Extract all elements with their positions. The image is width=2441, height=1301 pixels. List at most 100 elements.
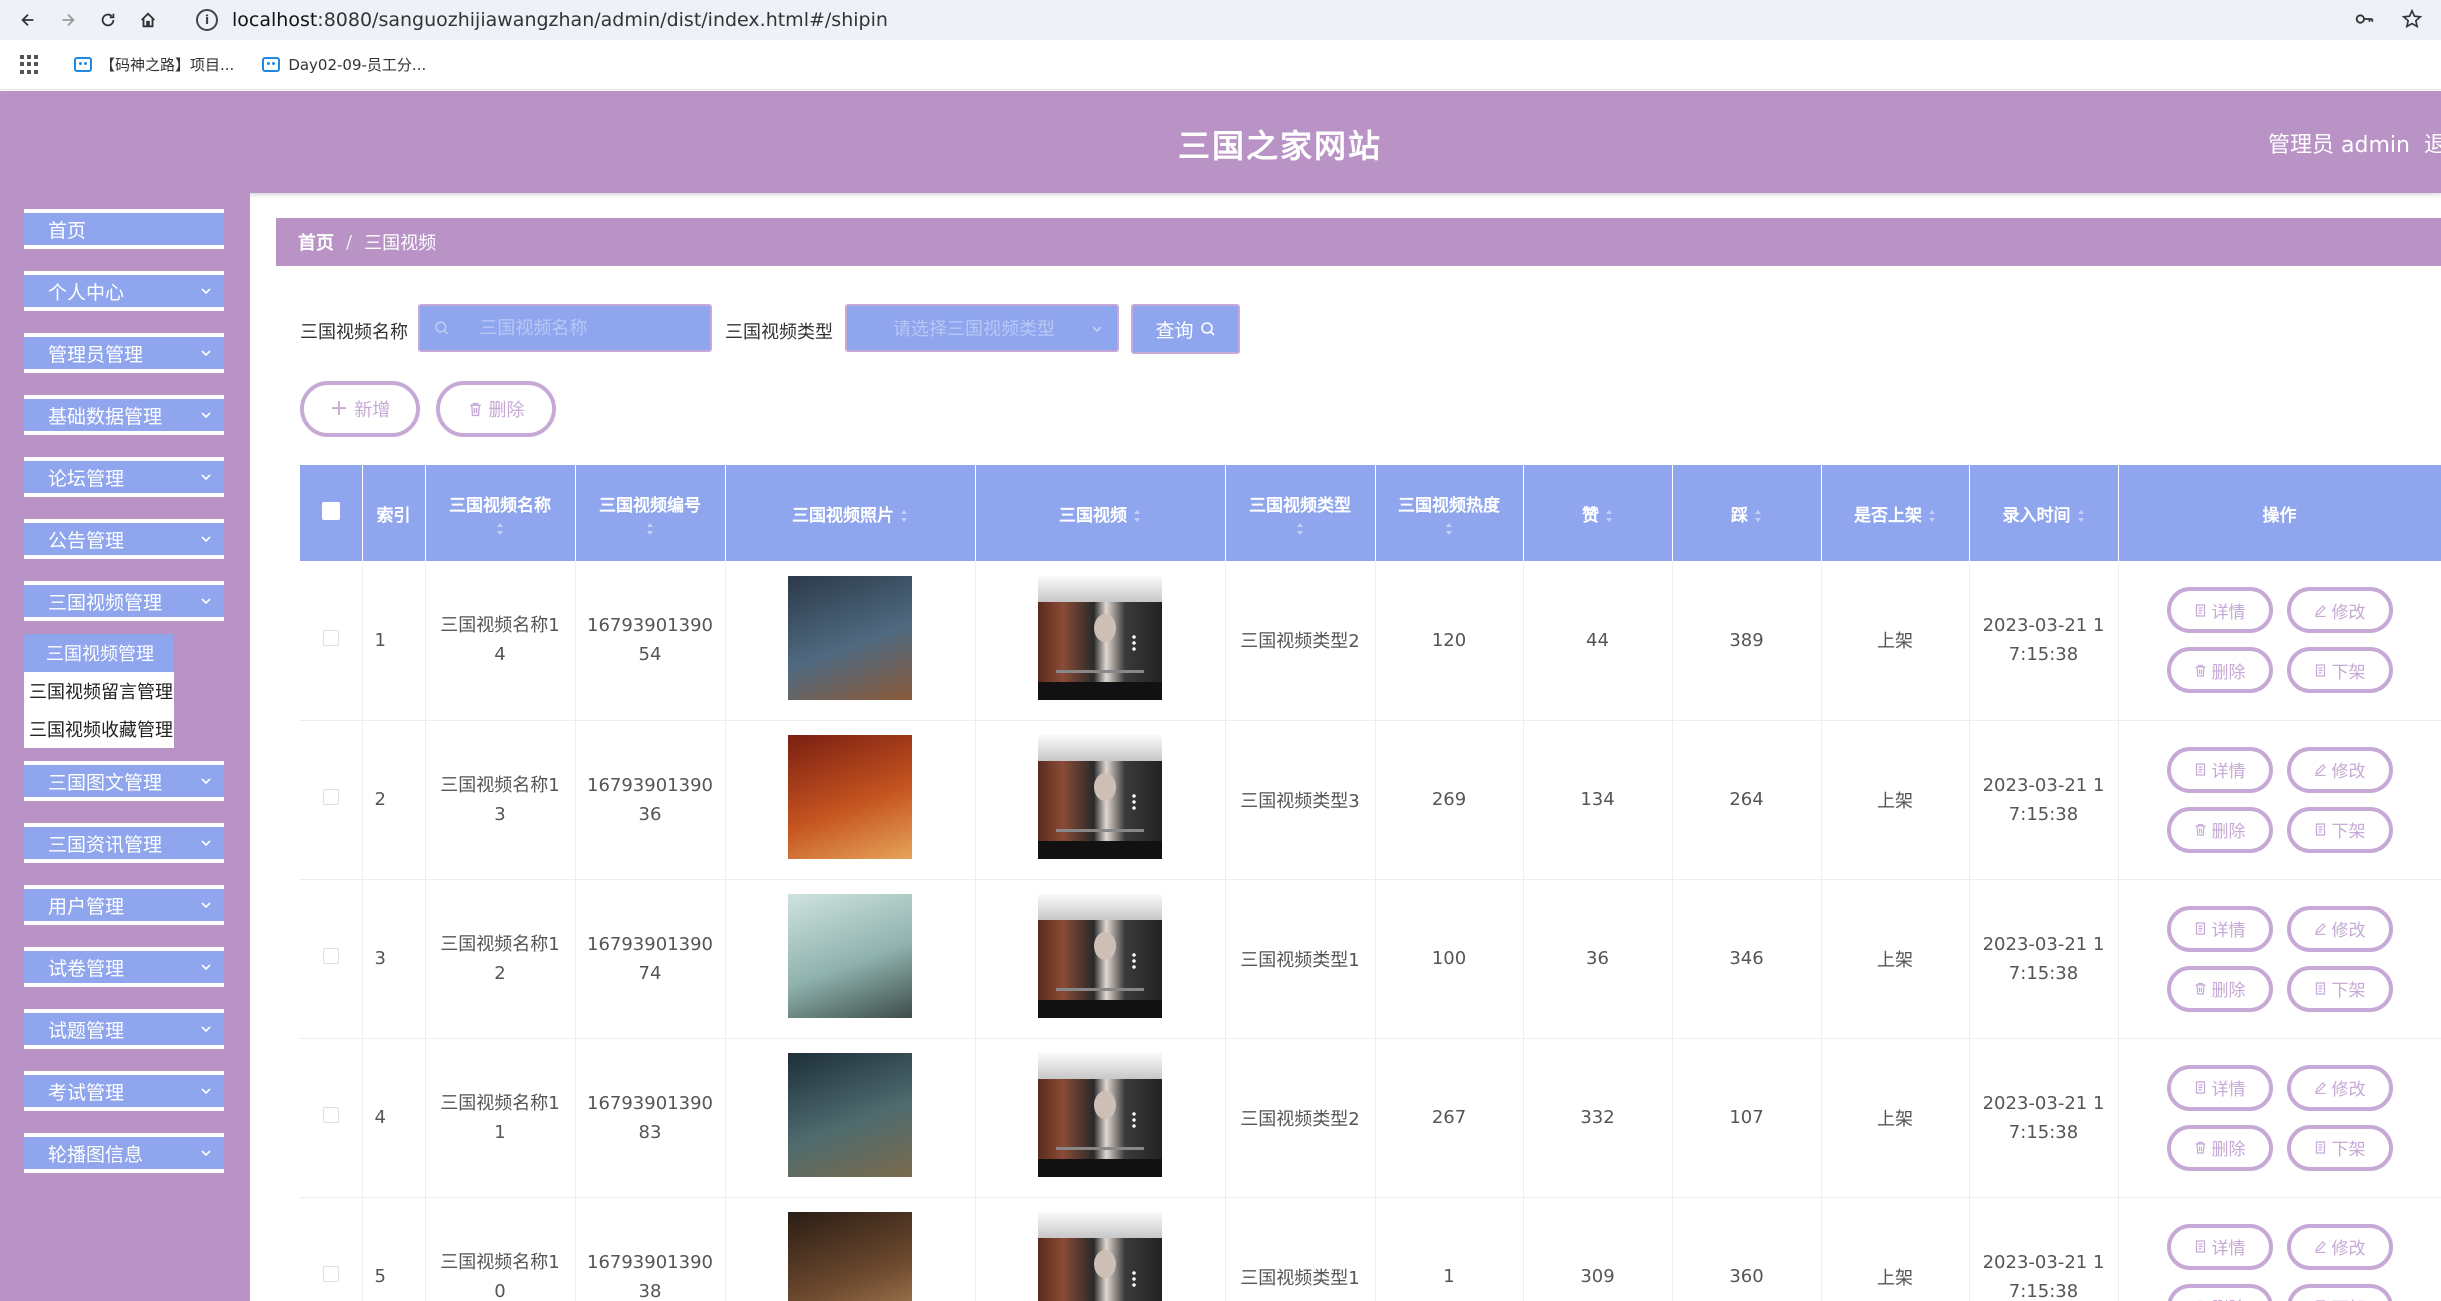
bookmark-star-icon[interactable] <box>2401 8 2423 30</box>
sidebar-item-carousel[interactable]: 轮播图信息 <box>24 1133 224 1173</box>
row-checkbox[interactable] <box>322 948 339 964</box>
more-options-icon[interactable] <box>1132 1270 1136 1288</box>
sort-icon[interactable] <box>1296 522 1304 536</box>
more-options-icon[interactable] <box>1132 1111 1136 1129</box>
password-key-icon[interactable] <box>2353 8 2375 30</box>
col-name[interactable]: 三国视频名称 <box>425 465 576 561</box>
sidebar-item-questions[interactable]: 试题管理 <box>24 1009 224 1049</box>
col-dislikes[interactable]: 踩 <box>1672 465 1822 561</box>
sidebar-item-videos[interactable]: 三国视频管理 <box>24 581 224 621</box>
offshelf-button[interactable]: 下架 <box>2286 647 2393 694</box>
submenu-item-video-manage[interactable]: 三国视频管理 <box>24 634 174 672</box>
video-photo[interactable] <box>788 735 912 859</box>
edit-button[interactable]: 修改 <box>2286 746 2393 793</box>
offshelf-button[interactable]: 下架 <box>2286 965 2393 1012</box>
sidebar-item-forum[interactable]: 论坛管理 <box>24 457 224 497</box>
sort-icon[interactable] <box>496 522 504 536</box>
detail-button[interactable]: 详情 <box>2166 1064 2273 1111</box>
edit-button[interactable]: 修改 <box>2286 587 2393 634</box>
offshelf-button[interactable]: 下架 <box>2286 1283 2393 1301</box>
video-player[interactable] <box>1038 894 1162 1018</box>
delete-button[interactable]: 删除 <box>2166 1283 2273 1301</box>
video-player[interactable] <box>1038 575 1162 700</box>
video-progress-bar[interactable] <box>1056 988 1144 991</box>
submenu-item-video-comments[interactable]: 三国视频留言管理 <box>24 672 174 710</box>
sidebar-item-admins[interactable]: 管理员管理 <box>24 333 224 373</box>
sort-icon[interactable] <box>2077 509 2085 523</box>
edit-button[interactable]: 修改 <box>2286 1223 2393 1270</box>
col-code[interactable]: 三国视频编号 <box>575 465 726 561</box>
video-photo[interactable] <box>788 575 912 700</box>
video-name-search[interactable] <box>418 304 712 352</box>
batch-delete-button[interactable]: 删除 <box>436 381 556 437</box>
row-checkbox[interactable] <box>322 789 339 805</box>
bookmark-1[interactable]: 【码神之路】项目... <box>74 54 234 75</box>
col-video[interactable]: 三国视频 <box>975 465 1226 561</box>
back-icon[interactable] <box>8 0 48 40</box>
query-button[interactable]: 查询 <box>1131 304 1240 354</box>
video-photo[interactable] <box>788 1053 912 1177</box>
delete-button[interactable]: 删除 <box>2166 965 2273 1012</box>
delete-button[interactable]: 删除 <box>2166 647 2273 694</box>
address-bar[interactable]: i localhost:8080/sanguozhijiawangzhan/ad… <box>196 4 2356 36</box>
col-likes[interactable]: 赞 <box>1523 465 1673 561</box>
home-icon[interactable] <box>128 0 168 40</box>
submenu-item-video-favorites[interactable]: 三国视频收藏管理 <box>24 710 174 748</box>
col-photo[interactable]: 三国视频照片 <box>725 465 976 561</box>
video-player[interactable] <box>1038 1212 1162 1301</box>
video-name-input[interactable] <box>479 317 710 339</box>
apps-grid-icon[interactable] <box>20 54 40 75</box>
sidebar-item-news[interactable]: 三国资讯管理 <box>24 823 224 863</box>
video-player[interactable] <box>1038 1053 1162 1177</box>
sort-icon[interactable] <box>900 509 908 523</box>
delete-button[interactable]: 删除 <box>2166 1124 2273 1171</box>
detail-button[interactable]: 详情 <box>2166 905 2273 952</box>
reload-icon[interactable] <box>88 0 128 40</box>
more-options-icon[interactable] <box>1132 793 1136 811</box>
video-player[interactable] <box>1038 735 1162 859</box>
edit-button[interactable]: 修改 <box>2286 1064 2393 1111</box>
video-photo[interactable] <box>788 894 912 1018</box>
row-checkbox[interactable] <box>322 629 339 646</box>
sidebar-item-exams[interactable]: 考试管理 <box>24 1071 224 1111</box>
offshelf-button[interactable]: 下架 <box>2286 806 2393 853</box>
forward-icon[interactable] <box>48 0 88 40</box>
col-type[interactable]: 三国视频类型 <box>1225 465 1376 561</box>
sidebar-item-articles[interactable]: 三国图文管理 <box>24 761 224 801</box>
sort-icon[interactable] <box>1445 522 1453 536</box>
col-created[interactable]: 录入时间 <box>1969 465 2119 561</box>
video-photo[interactable] <box>788 1212 912 1301</box>
detail-button[interactable]: 详情 <box>2166 587 2273 634</box>
more-options-icon[interactable] <box>1132 633 1136 652</box>
detail-button[interactable]: 详情 <box>2166 1223 2273 1270</box>
video-progress-bar[interactable] <box>1056 1147 1144 1150</box>
sort-icon[interactable] <box>1133 509 1141 523</box>
edit-button[interactable]: 修改 <box>2286 905 2393 952</box>
site-info-icon[interactable]: i <box>196 9 218 31</box>
sort-icon[interactable] <box>1928 509 1936 523</box>
col-status[interactable]: 是否上架 <box>1821 465 1970 561</box>
offshelf-button[interactable]: 下架 <box>2286 1124 2393 1171</box>
sidebar-item-papers[interactable]: 试卷管理 <box>24 947 224 987</box>
sidebar-item-users[interactable]: 用户管理 <box>24 885 224 925</box>
breadcrumb-home[interactable]: 首页 <box>298 229 334 255</box>
sidebar-item-profile[interactable]: 个人中心 <box>24 271 224 311</box>
select-all-checkbox[interactable] <box>321 501 340 520</box>
sidebar-item-notices[interactable]: 公告管理 <box>24 519 224 559</box>
logout-button[interactable]: 退 <box>2424 127 2441 159</box>
sidebar-item-home[interactable]: 首页 <box>24 209 224 249</box>
more-options-icon[interactable] <box>1132 952 1136 970</box>
video-type-select[interactable]: 请选择三国视频类型 <box>845 304 1119 352</box>
video-progress-bar[interactable] <box>1056 669 1144 673</box>
sort-icon[interactable] <box>1754 509 1762 523</box>
delete-button[interactable]: 删除 <box>2166 806 2273 853</box>
col-heat[interactable]: 三国视频热度 <box>1375 465 1524 561</box>
row-checkbox[interactable] <box>322 1266 339 1282</box>
row-checkbox[interactable] <box>322 1107 339 1123</box>
add-button[interactable]: + 新增 <box>300 381 420 437</box>
sidebar-item-basic-data[interactable]: 基础数据管理 <box>24 395 224 435</box>
bookmark-2[interactable]: Day02-09-员工分... <box>262 54 426 75</box>
video-progress-bar[interactable] <box>1056 829 1144 832</box>
detail-button[interactable]: 详情 <box>2166 746 2273 793</box>
sort-icon[interactable] <box>1605 509 1613 523</box>
